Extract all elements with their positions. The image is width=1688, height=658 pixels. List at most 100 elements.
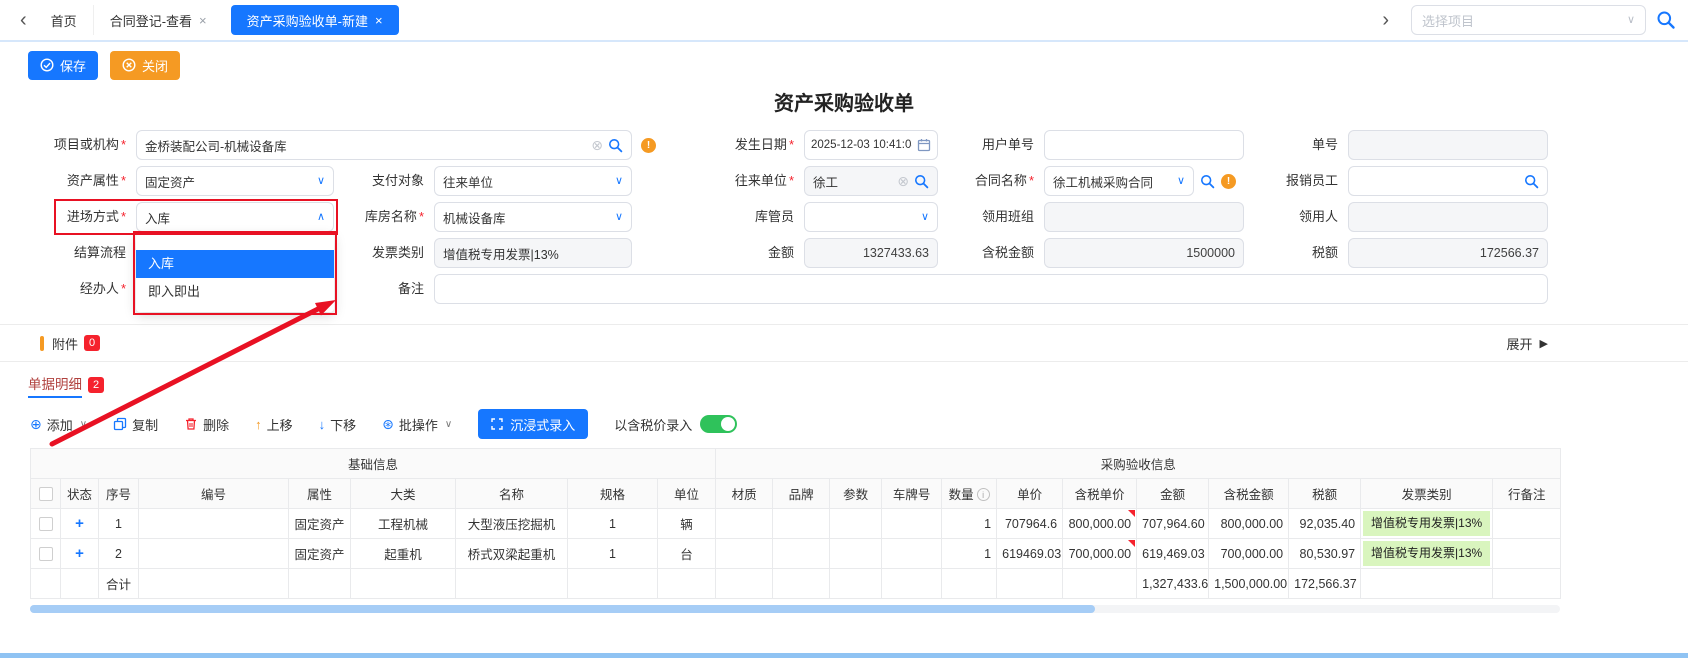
entry-mode-select[interactable]: 入库 ∧ (136, 202, 334, 232)
close-button[interactable]: 关闭 (110, 51, 180, 80)
occur-date-input[interactable]: 2025-12-03 10:41:08 (804, 130, 938, 160)
cell-plate[interactable] (882, 539, 942, 569)
clear-icon[interactable]: ⊗ (897, 174, 909, 188)
clear-icon[interactable]: ⊗ (591, 138, 603, 152)
cell-status[interactable]: + (61, 539, 99, 569)
cell-param[interactable] (830, 539, 882, 569)
pay-target-field: 往来单位 ∨ (434, 166, 632, 196)
cell-attr[interactable]: 固定资产 (289, 539, 351, 569)
field-label-asset-attr: 资产属性* (24, 166, 136, 196)
cell-amount[interactable]: 707,964.60 (1137, 509, 1209, 539)
contract-name-select[interactable]: 徐工机械采购合同 ∨ (1044, 166, 1194, 196)
immersive-entry-button[interactable]: 沉浸式录入 (478, 409, 588, 439)
dropdown-option-selected[interactable]: 入库 (136, 250, 334, 278)
table-row[interactable]: + 1 固定资产 工程机械 大型液压挖掘机 1 辆 1 707964.6 800… (31, 509, 1561, 539)
tax-price-toggle[interactable] (700, 415, 737, 433)
cell-name[interactable]: 大型液压挖掘机 (456, 509, 568, 539)
horizontal-scrollbar-thumb[interactable] (30, 605, 1095, 613)
expand-arrow-icon[interactable]: ▶ (1540, 337, 1548, 350)
cell-category[interactable]: 工程机械 (351, 509, 456, 539)
user-no-input[interactable] (1044, 130, 1244, 160)
cell-qty[interactable]: 1 (942, 539, 997, 569)
cell-status[interactable]: + (61, 509, 99, 539)
search-icon[interactable] (608, 138, 623, 153)
cell-amount-tax[interactable]: 700,000.00 (1209, 539, 1289, 569)
cell-price[interactable]: 619469.03 (997, 539, 1063, 569)
move-down-button[interactable]: ↓ 下移 (319, 415, 357, 434)
scroll-tabs-right-icon[interactable]: › (1374, 10, 1397, 30)
delete-row-button[interactable]: 删除 (184, 415, 229, 434)
cell-name[interactable]: 桥式双梁起重机 (456, 539, 568, 569)
move-up-button[interactable]: ↑ 上移 (255, 415, 293, 434)
cell-invoice-type[interactable]: 增值税专用发票|13% (1361, 539, 1493, 569)
close-tab-icon[interactable]: × (375, 14, 383, 27)
cell-row-remark[interactable] (1493, 539, 1561, 569)
table-row[interactable]: + 2 固定资产 起重机 桥式双梁起重机 1 台 1 619469.03 700… (31, 539, 1561, 569)
info-icon[interactable]: i (977, 488, 990, 501)
batch-ops-button[interactable]: ⊛ 批操作 ∨ (382, 415, 452, 434)
search-icon[interactable] (914, 174, 929, 189)
cell-row-remark[interactable] (1493, 509, 1561, 539)
cell-tax[interactable]: 80,530.97 (1289, 539, 1361, 569)
search-icon[interactable] (1656, 10, 1676, 30)
cell-category[interactable]: 起重机 (351, 539, 456, 569)
cell-checkbox[interactable] (31, 509, 61, 539)
cell-tax[interactable]: 92,035.40 (1289, 509, 1361, 539)
select-all-checkbox[interactable] (39, 487, 53, 501)
calendar-icon[interactable] (917, 138, 931, 152)
reimburse-staff-input[interactable] (1348, 166, 1548, 196)
pay-target-select[interactable]: 往来单位 ∨ (434, 166, 632, 196)
remark-input[interactable] (434, 274, 1548, 304)
scroll-tabs-left-icon[interactable]: ‹ (12, 10, 35, 30)
cell-price-tax[interactable]: 800,000.00 (1063, 509, 1137, 539)
project-org-input[interactable]: 金桥装配公司-机械设备库 ⊗ (136, 130, 632, 160)
cell-invoice-type[interactable]: 增值税专用发票|13% (1361, 509, 1493, 539)
row-checkbox[interactable] (39, 517, 53, 531)
warehouse-keeper-select[interactable]: ∨ (804, 202, 938, 232)
cell-brand[interactable] (773, 539, 830, 569)
cell-brand[interactable] (773, 509, 830, 539)
expand-row-icon[interactable]: + (75, 545, 84, 562)
tab-asset-purchase-acceptance-new[interactable]: 资产采购验收单-新建 × (231, 5, 399, 35)
counterparty-input[interactable]: 徐工 ⊗ (804, 166, 938, 196)
copy-row-button[interactable]: 复制 (113, 415, 158, 434)
cell-unit[interactable]: 辆 (658, 509, 716, 539)
cell-code[interactable] (139, 539, 289, 569)
warehouse-name-select[interactable]: 机械设备库 ∨ (434, 202, 632, 232)
close-tab-icon[interactable]: × (199, 14, 207, 27)
expand-button[interactable]: 展开 (1507, 334, 1533, 353)
cell-spec[interactable]: 1 (568, 539, 658, 569)
attachments-section-header[interactable]: 附件 0 展开 ▶ (0, 324, 1688, 362)
cell-unit[interactable]: 台 (658, 539, 716, 569)
cell-code[interactable] (139, 509, 289, 539)
save-button[interactable]: 保存 (28, 51, 98, 80)
total-label: 合计 (99, 569, 139, 599)
cell-checkbox[interactable] (31, 539, 61, 569)
cell-plate[interactable] (882, 509, 942, 539)
tab-contract-register-view[interactable]: 合同登记-查看 × (93, 5, 223, 35)
cell-amount-tax[interactable]: 800,000.00 (1209, 509, 1289, 539)
cell-param[interactable] (830, 509, 882, 539)
dropdown-option[interactable]: 即入即出 (136, 278, 334, 306)
cell-attr[interactable]: 固定资产 (289, 509, 351, 539)
cell-material[interactable] (716, 509, 773, 539)
cell-price-tax[interactable]: 700,000.00 (1063, 539, 1137, 569)
search-icon[interactable] (1524, 174, 1539, 189)
cell-seq: 2 (99, 539, 139, 569)
row-checkbox[interactable] (39, 547, 53, 561)
cell-price[interactable]: 707964.6 (997, 509, 1063, 539)
cell-material[interactable] (716, 539, 773, 569)
warning-icon[interactable]: ! (641, 138, 656, 153)
cell-spec[interactable]: 1 (568, 509, 658, 539)
search-icon[interactable] (1200, 174, 1215, 189)
tab-detail-lines[interactable]: 单据明细 (28, 373, 82, 398)
cell-qty[interactable]: 1 (942, 509, 997, 539)
expand-row-icon[interactable]: + (75, 515, 84, 532)
project-select[interactable]: 选择项目 ∨ (1411, 5, 1646, 35)
cell-amount[interactable]: 619,469.03 (1137, 539, 1209, 569)
asset-attr-select[interactable]: 固定资产 ∨ (136, 166, 334, 196)
warning-icon[interactable]: ! (1221, 174, 1236, 189)
tab-home[interactable]: 首页 (35, 5, 93, 35)
add-row-button[interactable]: ⊕ 添加 ∨ (30, 415, 87, 434)
field-label-amount-with-tax: 含税金额 (938, 238, 1044, 268)
